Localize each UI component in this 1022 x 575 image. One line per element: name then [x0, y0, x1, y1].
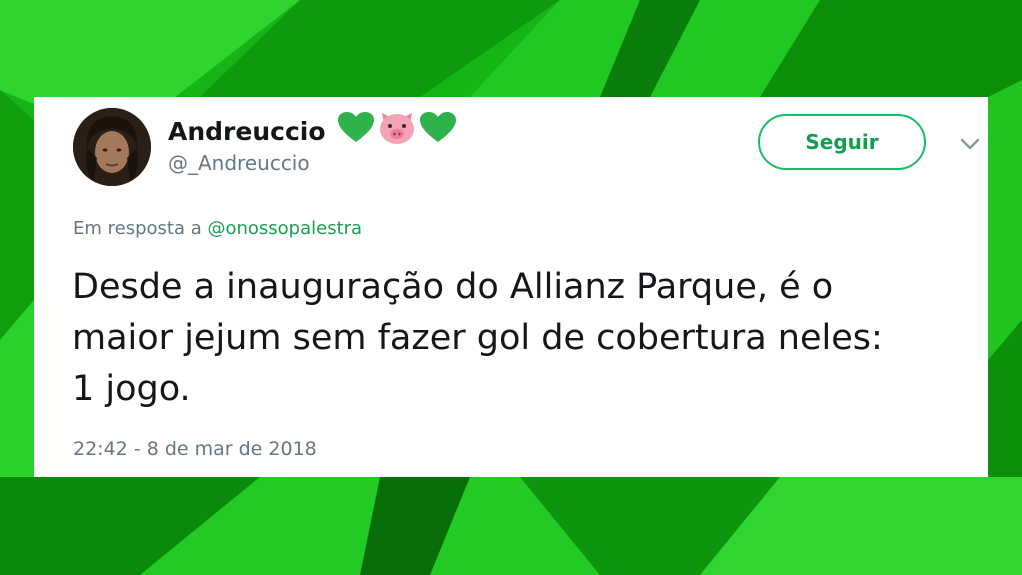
pig-face-icon — [378, 111, 416, 151]
avatar-image — [73, 108, 151, 186]
tweet-text: Desde a inauguração do Allianz Parque, é… — [72, 262, 972, 415]
green-heart-icon — [337, 112, 374, 150]
chevron-down-icon[interactable] — [959, 137, 981, 151]
follow-button[interactable]: Seguir — [758, 114, 926, 170]
tweet-text-line: 1 jogo. — [72, 369, 191, 409]
display-name-row: Andreuccio — [168, 111, 460, 151]
reply-mention-link[interactable]: @onossopalestra — [207, 218, 362, 239]
tweet-text-line: Desde a inauguração do Allianz Parque, é… — [72, 267, 834, 307]
avatar[interactable] — [73, 108, 151, 186]
tweet-text-line: maior jejum sem fazer gol de cobertura n… — [72, 318, 883, 358]
tweet-card: Andreuccio @_Andreuccio Seguir Em respos… — [34, 97, 988, 477]
user-handle[interactable]: @_Andreuccio — [168, 151, 310, 175]
tweet-timestamp[interactable]: 22:42 - 8 de mar de 2018 — [73, 438, 317, 460]
display-name[interactable]: Andreuccio — [168, 117, 326, 146]
reply-context: Em resposta a @onossopalestra — [73, 218, 362, 239]
green-heart-icon — [419, 112, 456, 150]
reply-prefix: Em resposta a — [73, 218, 202, 239]
